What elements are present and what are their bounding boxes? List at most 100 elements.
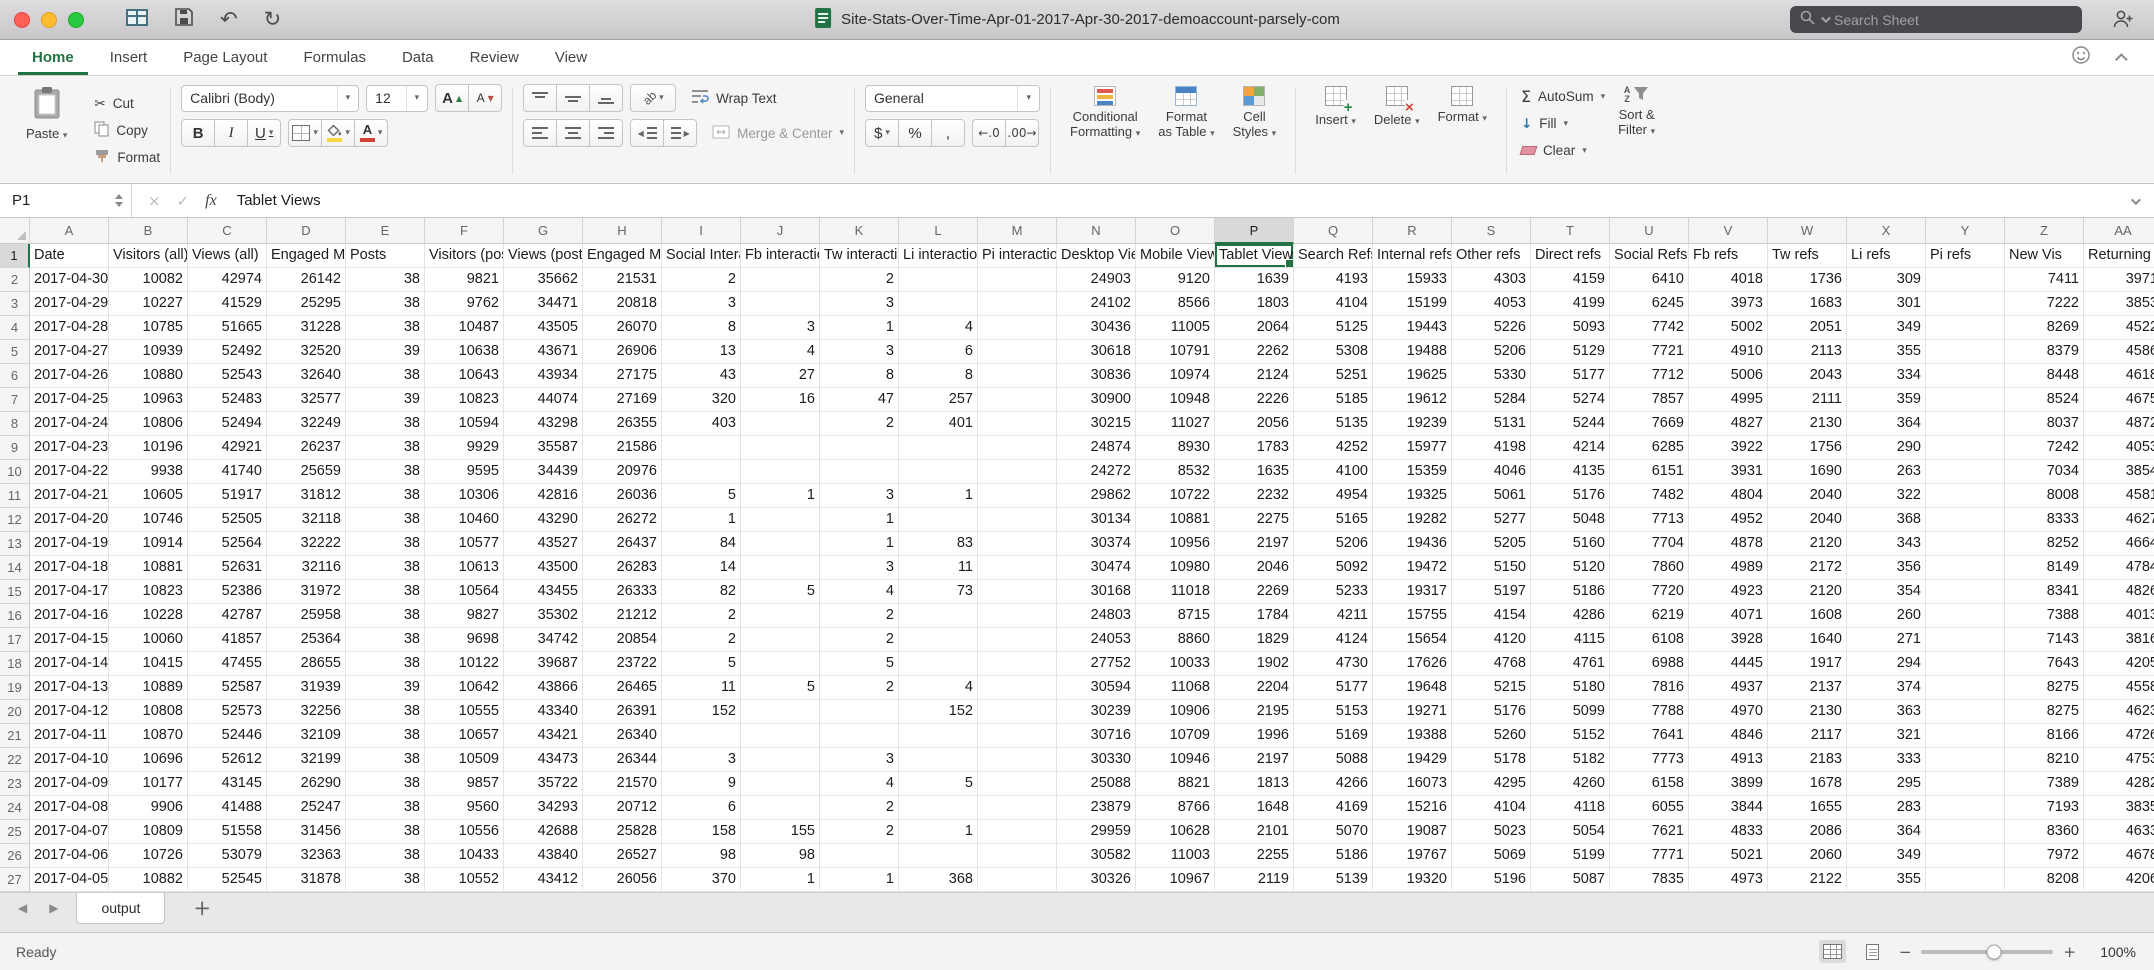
cell-M2[interactable] <box>978 268 1057 292</box>
cell-Z16[interactable]: 7388 <box>2005 604 2084 628</box>
cell-I10[interactable] <box>662 460 741 484</box>
cell-H13[interactable]: 26437 <box>583 532 662 556</box>
cell-R26[interactable]: 19767 <box>1373 844 1452 868</box>
row-header-12[interactable]: 12 <box>0 508 30 532</box>
cell-P11[interactable]: 2232 <box>1215 484 1294 508</box>
cell-J13[interactable] <box>741 532 820 556</box>
cell-D18[interactable]: 28655 <box>267 652 346 676</box>
cell-Y9[interactable] <box>1926 436 2005 460</box>
search-scope-chevron-icon[interactable] <box>1820 13 1831 24</box>
cell-J11[interactable]: 1 <box>741 484 820 508</box>
font-size-select[interactable]: 12 ▾ <box>366 84 429 112</box>
cell-Q6[interactable]: 5251 <box>1294 364 1373 388</box>
cell-S3[interactable]: 4053 <box>1452 292 1531 316</box>
row-header-16[interactable]: 16 <box>0 604 30 628</box>
cell-S21[interactable]: 5260 <box>1452 724 1531 748</box>
cell-M22[interactable] <box>978 748 1057 772</box>
cell-L16[interactable] <box>899 604 978 628</box>
column-header-Q[interactable]: Q <box>1294 218 1373 244</box>
cell-K16[interactable]: 2 <box>820 604 899 628</box>
cell-Y14[interactable] <box>1926 556 2005 580</box>
cell-N23[interactable]: 25088 <box>1057 772 1136 796</box>
cell-O12[interactable]: 10881 <box>1136 508 1215 532</box>
cell-F21[interactable]: 10657 <box>425 724 504 748</box>
cell-H12[interactable]: 26272 <box>583 508 662 532</box>
cell-Z17[interactable]: 7143 <box>2005 628 2084 652</box>
cell-Q10[interactable]: 4100 <box>1294 460 1373 484</box>
close-window-button[interactable] <box>14 11 30 28</box>
cell-Z10[interactable]: 7034 <box>2005 460 2084 484</box>
cell-D27[interactable]: 31878 <box>267 868 346 892</box>
cell-Z23[interactable]: 7389 <box>2005 772 2084 796</box>
cell-U24[interactable]: 6055 <box>1610 796 1689 820</box>
cell-Q8[interactable]: 5135 <box>1294 412 1373 436</box>
cell-N4[interactable]: 30436 <box>1057 316 1136 340</box>
cell-Z24[interactable]: 7193 <box>2005 796 2084 820</box>
column-header-V[interactable]: V <box>1689 218 1768 244</box>
cell-H5[interactable]: 26906 <box>583 340 662 364</box>
cell-D17[interactable]: 25364 <box>267 628 346 652</box>
cell-S17[interactable]: 4120 <box>1452 628 1531 652</box>
cell-N5[interactable]: 30618 <box>1057 340 1136 364</box>
column-header-P[interactable]: P <box>1215 218 1294 244</box>
cell-J5[interactable]: 4 <box>741 340 820 364</box>
cell-L2[interactable] <box>899 268 978 292</box>
cell-Y15[interactable] <box>1926 580 2005 604</box>
cell-P3[interactable]: 1803 <box>1215 292 1294 316</box>
cell-F15[interactable]: 10564 <box>425 580 504 604</box>
cell-Q1[interactable]: Search Refs <box>1294 244 1373 268</box>
cell-I11[interactable]: 5 <box>662 484 741 508</box>
cell-U14[interactable]: 7860 <box>1610 556 1689 580</box>
cell-X24[interactable]: 283 <box>1847 796 1926 820</box>
cell-J7[interactable]: 16 <box>741 388 820 412</box>
cell-G2[interactable]: 35662 <box>504 268 583 292</box>
cell-E23[interactable]: 38 <box>346 772 425 796</box>
cell-P20[interactable]: 2195 <box>1215 700 1294 724</box>
cell-F23[interactable]: 9857 <box>425 772 504 796</box>
fill-color-button[interactable]: ▾ <box>321 119 356 147</box>
zoom-out-icon[interactable]: − <box>1899 943 1912 961</box>
cell-I8[interactable]: 403 <box>662 412 741 436</box>
cell-AA21[interactable]: 4726 <box>2084 724 2154 748</box>
cell-J6[interactable]: 27 <box>741 364 820 388</box>
cell-T13[interactable]: 5160 <box>1531 532 1610 556</box>
cell-B10[interactable]: 9938 <box>109 460 188 484</box>
cell-AA1[interactable]: Returning Vis <box>2084 244 2154 268</box>
cell-F26[interactable]: 10433 <box>425 844 504 868</box>
cell-Z3[interactable]: 7222 <box>2005 292 2084 316</box>
cell-N19[interactable]: 30594 <box>1057 676 1136 700</box>
cut-button[interactable]: ✂ Cut <box>94 90 160 117</box>
font-color-button[interactable]: A ▾ <box>354 119 389 147</box>
cell-G22[interactable]: 43473 <box>504 748 583 772</box>
cell-E27[interactable]: 38 <box>346 868 425 892</box>
row-header-13[interactable]: 13 <box>0 532 30 556</box>
cell-Q15[interactable]: 5233 <box>1294 580 1373 604</box>
column-header-T[interactable]: T <box>1531 218 1610 244</box>
cell-F13[interactable]: 10577 <box>425 532 504 556</box>
cell-W14[interactable]: 2172 <box>1768 556 1847 580</box>
cell-D12[interactable]: 32118 <box>267 508 346 532</box>
cell-N3[interactable]: 24102 <box>1057 292 1136 316</box>
cell-U4[interactable]: 7742 <box>1610 316 1689 340</box>
cell-F3[interactable]: 9762 <box>425 292 504 316</box>
paste-button[interactable]: Paste ▾ <box>17 83 76 147</box>
cell-F4[interactable]: 10487 <box>425 316 504 340</box>
cell-X19[interactable]: 374 <box>1847 676 1926 700</box>
cell-J23[interactable] <box>741 772 820 796</box>
cell-R13[interactable]: 19436 <box>1373 532 1452 556</box>
cell-K15[interactable]: 4 <box>820 580 899 604</box>
cell-D10[interactable]: 25659 <box>267 460 346 484</box>
cell-U12[interactable]: 7713 <box>1610 508 1689 532</box>
cell-V13[interactable]: 4878 <box>1689 532 1768 556</box>
row-header-8[interactable]: 8 <box>0 412 30 436</box>
cell-U23[interactable]: 6158 <box>1610 772 1689 796</box>
cell-Q11[interactable]: 4954 <box>1294 484 1373 508</box>
cell-T19[interactable]: 5180 <box>1531 676 1610 700</box>
cell-I3[interactable]: 3 <box>662 292 741 316</box>
cell-W13[interactable]: 2120 <box>1768 532 1847 556</box>
wrap-text-button[interactable]: Wrap Text <box>691 85 776 112</box>
cell-T10[interactable]: 4135 <box>1531 460 1610 484</box>
cell-U21[interactable]: 7641 <box>1610 724 1689 748</box>
cell-F19[interactable]: 10642 <box>425 676 504 700</box>
cell-C14[interactable]: 52631 <box>188 556 267 580</box>
